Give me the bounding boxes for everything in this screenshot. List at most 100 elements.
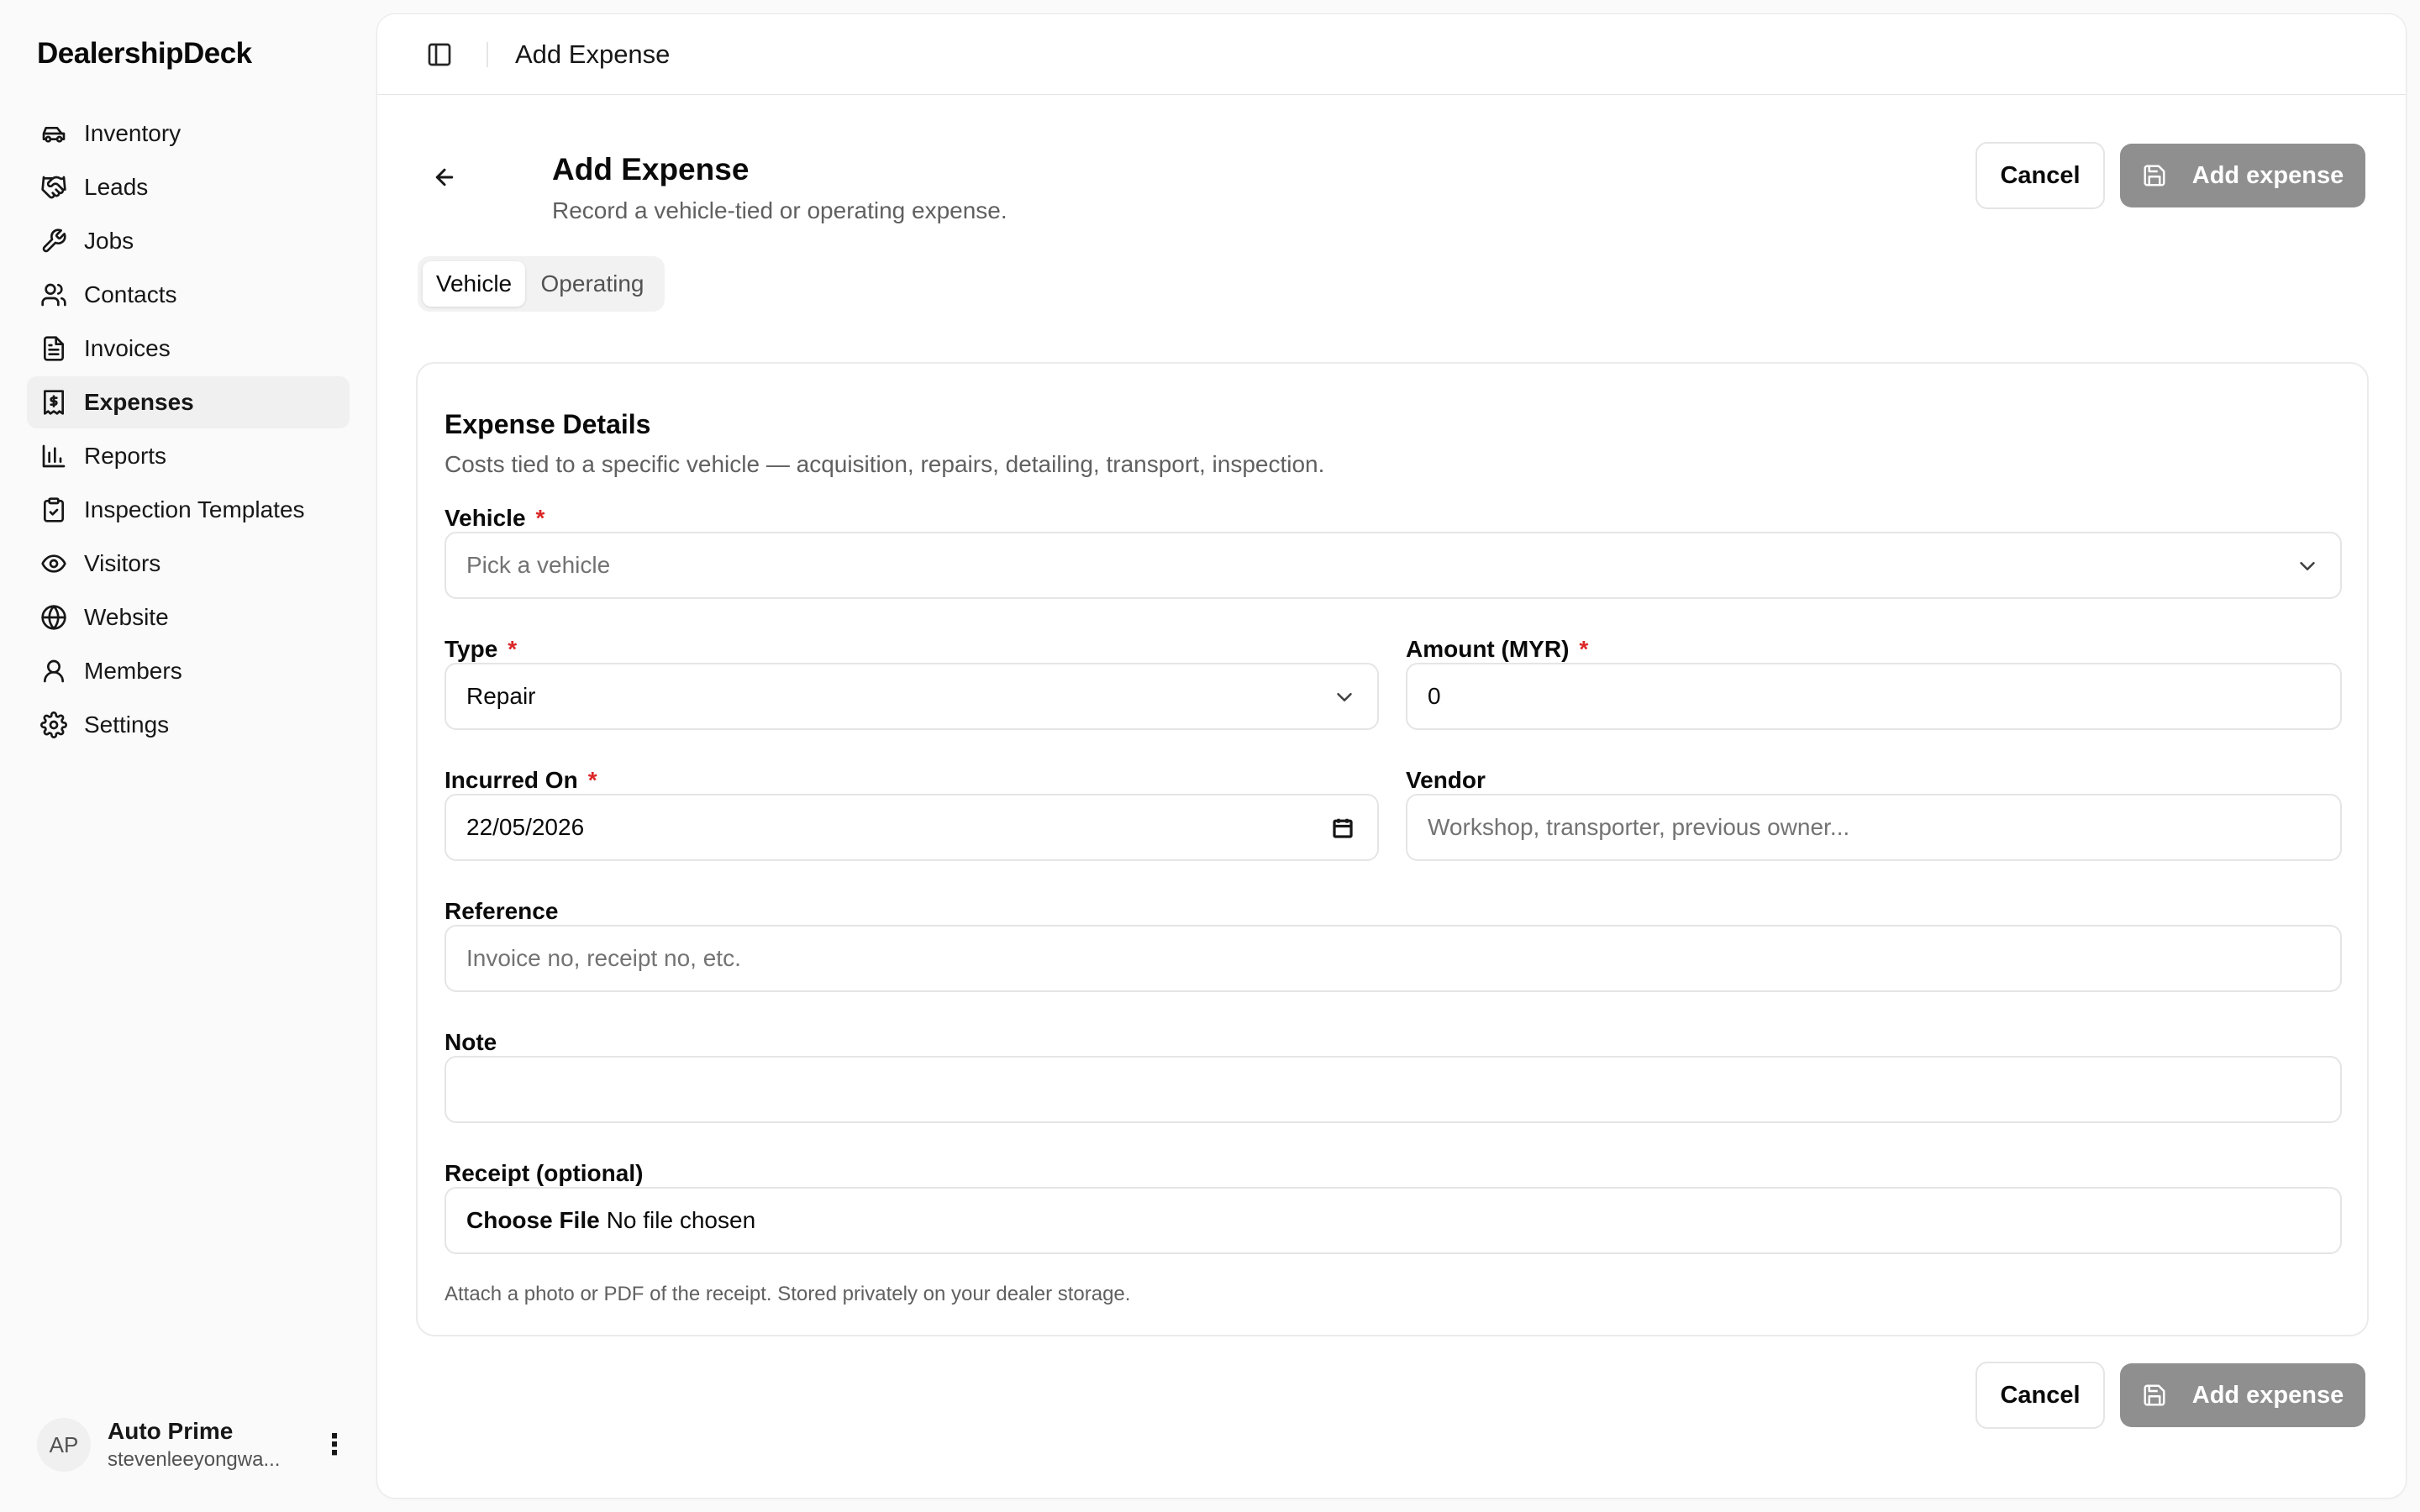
required-marker: * bbox=[508, 636, 518, 662]
add-expense-button[interactable]: Add expense bbox=[2120, 144, 2365, 207]
vehicle-label: Vehicle * bbox=[445, 505, 544, 532]
expense-details-card: Expense Details Costs tied to a specific… bbox=[416, 362, 2369, 1336]
vendor-label: Vendor bbox=[1406, 767, 1486, 793]
reference-input[interactable]: Invoice no, receipt no, etc. bbox=[445, 925, 2342, 992]
receipt-label: Receipt (optional) bbox=[445, 1160, 644, 1186]
cancel-button[interactable]: Cancel bbox=[1975, 142, 2105, 209]
receipt-icon bbox=[40, 389, 67, 416]
sidebar-item-label: Inspection Templates bbox=[84, 496, 305, 522]
sidebar-item-label: Leads bbox=[84, 174, 149, 200]
footer-add-expense-button[interactable]: Add expense bbox=[2120, 1363, 2365, 1427]
type-label-text: Type bbox=[445, 636, 498, 662]
sidebar-item-inspection-templates[interactable]: Inspection Templates bbox=[27, 484, 350, 536]
sidebar-item-contacts[interactable]: Contacts bbox=[27, 269, 350, 321]
vendor-placeholder: Workshop, transporter, previous owner... bbox=[1428, 814, 1850, 840]
topbar-divider bbox=[487, 41, 488, 67]
user-info: Auto Prime stevenleeyongwa... bbox=[108, 1418, 321, 1472]
incurred-on-value: 22/05/2026 bbox=[466, 814, 585, 840]
incurred-on-label-text: Incurred On bbox=[445, 767, 578, 793]
sidebar: DealershipDeck Inventory Leads Jobs Cont… bbox=[0, 0, 370, 1512]
type-value: Repair bbox=[466, 683, 536, 709]
add-expense-label: Add expense bbox=[2191, 1381, 2344, 1409]
tab-operating[interactable]: Operating bbox=[525, 261, 660, 307]
card-description: Costs tied to a specific vehicle — acqui… bbox=[445, 451, 1325, 477]
sidebar-item-members[interactable]: Members bbox=[27, 645, 350, 697]
reference-label: Reference bbox=[445, 898, 559, 924]
file-status: No file chosen bbox=[606, 1207, 756, 1233]
vehicle-select[interactable]: Pick a vehicle bbox=[445, 532, 2342, 599]
main-panel: Add Expense Add Expense Record a vehicle… bbox=[376, 13, 2407, 1499]
user-name: Auto Prime bbox=[108, 1418, 234, 1444]
eye-icon bbox=[40, 550, 67, 577]
chevron-down-icon bbox=[2295, 554, 2320, 579]
receipt-file-input[interactable]: Choose File No file chosen bbox=[445, 1187, 2342, 1254]
sidebar-item-jobs[interactable]: Jobs bbox=[27, 215, 350, 267]
vendor-input[interactable]: Workshop, transporter, previous owner... bbox=[1406, 794, 2342, 861]
car-icon bbox=[40, 120, 67, 147]
page-subtitle: Record a vehicle-tied or operating expen… bbox=[552, 197, 1007, 223]
gear-icon bbox=[40, 711, 67, 738]
chevron-down-icon bbox=[1332, 685, 1357, 710]
save-icon bbox=[2144, 1384, 2165, 1406]
save-icon bbox=[2144, 165, 2165, 186]
vehicle-label-text: Vehicle bbox=[445, 505, 526, 531]
sidebar-item-leads[interactable]: Leads bbox=[27, 161, 350, 213]
vehicle-placeholder: Pick a vehicle bbox=[466, 552, 611, 578]
topbar-title: Add Expense bbox=[515, 39, 671, 69]
sidebar-item-inventory[interactable]: Inventory bbox=[27, 108, 350, 160]
amount-input[interactable]: 0 bbox=[1406, 663, 2342, 730]
incurred-on-label: Incurred On * bbox=[445, 767, 597, 794]
sidebar-nav: Inventory Leads Jobs Contacts Invoices E… bbox=[27, 108, 350, 753]
avatar: AP bbox=[37, 1418, 91, 1472]
sidebar-item-invoices[interactable]: Invoices bbox=[27, 323, 350, 375]
note-input[interactable] bbox=[445, 1056, 2342, 1123]
bar-chart-icon bbox=[40, 443, 67, 470]
receipt-hint: Attach a photo or PDF of the receipt. St… bbox=[445, 1283, 1131, 1305]
sidebar-item-settings[interactable]: Settings bbox=[27, 699, 350, 751]
card-title: Expense Details bbox=[445, 409, 651, 439]
sidebar-item-label: Invoices bbox=[84, 335, 171, 361]
sidebar-item-label: Jobs bbox=[84, 228, 134, 254]
sidebar-item-label: Contacts bbox=[84, 281, 177, 307]
required-marker: * bbox=[1579, 636, 1589, 662]
note-label: Note bbox=[445, 1029, 497, 1055]
sidebar-toggle-icon[interactable] bbox=[424, 39, 455, 70]
sidebar-item-visitors[interactable]: Visitors bbox=[27, 538, 350, 590]
sidebar-item-label: Reports bbox=[84, 443, 167, 469]
expense-type-tabs: Vehicle Operating bbox=[418, 256, 665, 312]
topbar: Add Expense bbox=[377, 14, 2406, 95]
amount-value: 0 bbox=[1428, 683, 1441, 709]
reference-placeholder: Invoice no, receipt no, etc. bbox=[466, 945, 741, 971]
globe-icon bbox=[40, 604, 67, 631]
sidebar-item-label: Website bbox=[84, 604, 169, 630]
file-text-icon bbox=[40, 335, 67, 362]
back-arrow-icon[interactable] bbox=[424, 157, 465, 197]
sidebar-item-label: Expenses bbox=[84, 389, 194, 415]
type-select[interactable]: Repair bbox=[445, 663, 1379, 730]
calendar-icon[interactable] bbox=[1330, 816, 1355, 841]
tab-vehicle[interactable]: Vehicle bbox=[423, 261, 525, 307]
sidebar-item-label: Settings bbox=[84, 711, 170, 738]
incurred-on-date-input[interactable]: 22/05/2026 bbox=[445, 794, 1379, 861]
amount-label-text: Amount (MYR) bbox=[1406, 636, 1570, 662]
users-icon bbox=[40, 281, 67, 308]
user-email: stevenleeyongwa... bbox=[108, 1448, 281, 1471]
choose-file-button[interactable]: Choose File bbox=[466, 1207, 600, 1234]
footer-cancel-button[interactable]: Cancel bbox=[1975, 1362, 2105, 1429]
add-expense-label: Add expense bbox=[2191, 161, 2344, 189]
sidebar-item-label: Members bbox=[84, 658, 182, 684]
required-marker: * bbox=[535, 505, 545, 531]
clipboard-check-icon bbox=[40, 496, 67, 523]
page-title: Add Expense bbox=[552, 152, 750, 186]
user-icon bbox=[40, 658, 67, 685]
sidebar-item-label: Inventory bbox=[84, 120, 182, 146]
amount-label: Amount (MYR) * bbox=[1406, 636, 1588, 663]
brand-logo[interactable]: DealershipDeck bbox=[37, 37, 252, 71]
handshake-icon bbox=[40, 174, 67, 201]
wrench-icon bbox=[40, 228, 67, 255]
sidebar-item-reports[interactable]: Reports bbox=[27, 430, 350, 482]
more-vertical-icon[interactable]: ⋮ bbox=[320, 1425, 349, 1465]
sidebar-item-expenses[interactable]: Expenses bbox=[27, 376, 350, 428]
sidebar-item-website[interactable]: Website bbox=[27, 591, 350, 643]
user-menu[interactable]: AP Auto Prime stevenleeyongwa... ⋮ bbox=[37, 1415, 349, 1475]
